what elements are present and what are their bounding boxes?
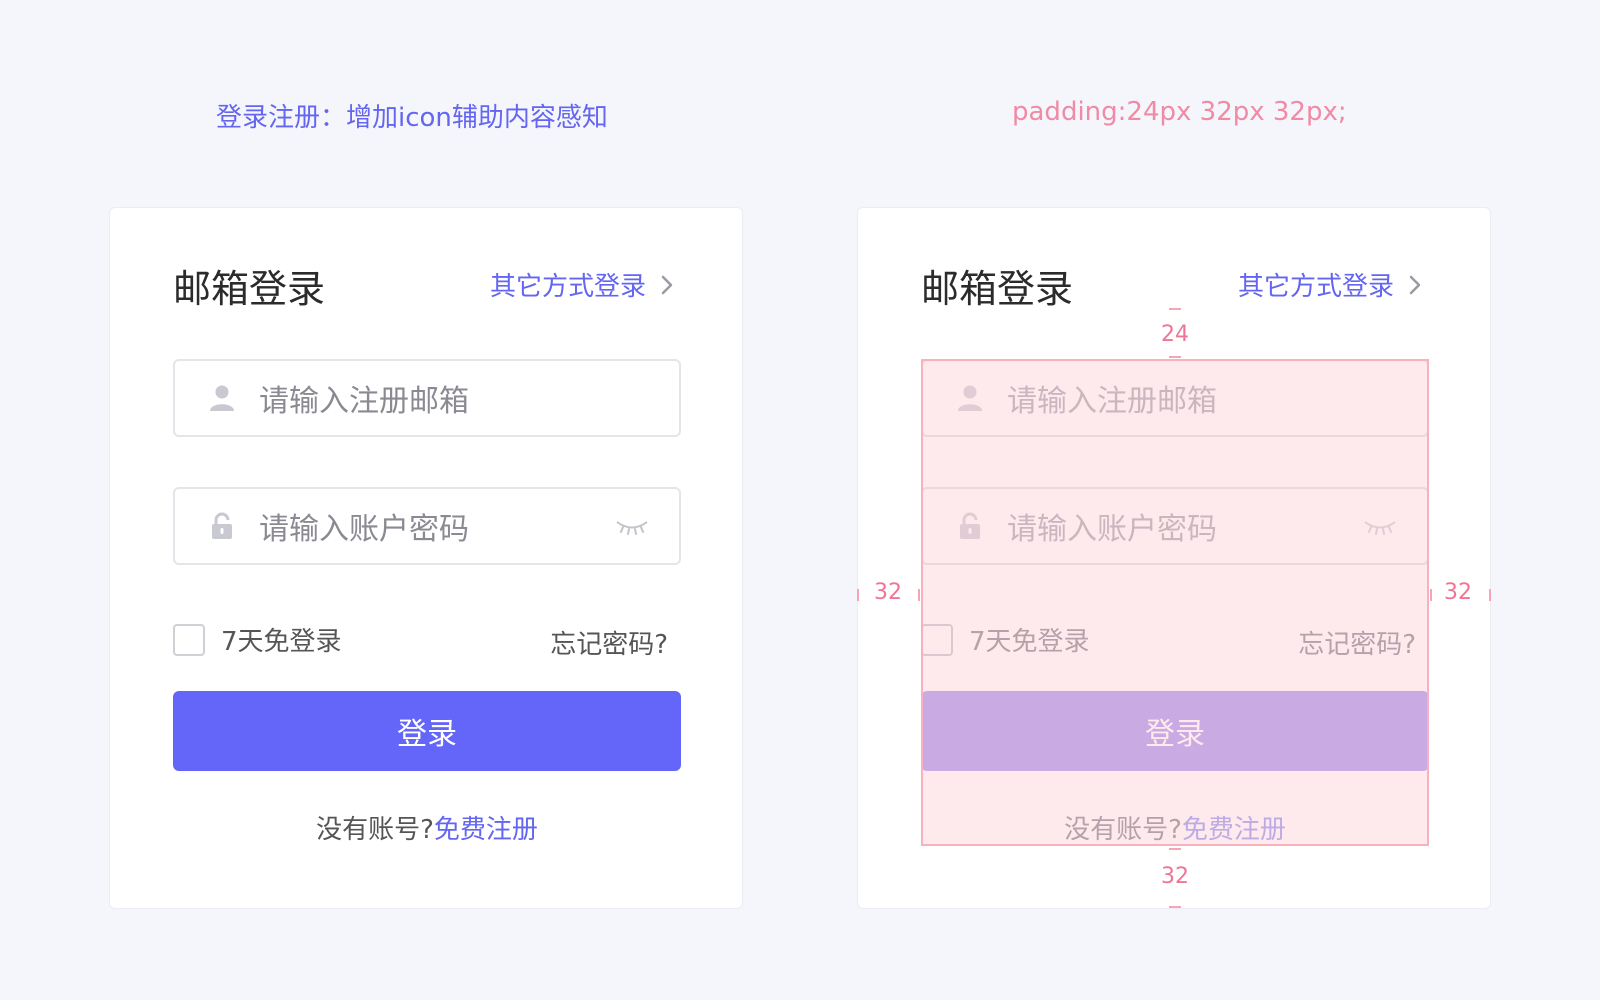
password-input[interactable]: 请输入账户密码 — [173, 487, 681, 565]
annotation-tick — [1169, 356, 1181, 358]
forgot-password-link[interactable]: 忘记密码? — [550, 624, 668, 661]
annotation-tick — [1169, 848, 1181, 850]
annotation-left: 32 — [874, 580, 902, 605]
login-button[interactable]: 登录 — [173, 691, 681, 771]
email-placeholder: 请输入注册邮箱 — [1007, 384, 1217, 419]
password-placeholder: 请输入账户密码 — [1007, 512, 1217, 547]
email-input[interactable]: 请输入注册邮箱 — [173, 359, 681, 437]
card-title: 邮箱登录 — [173, 267, 326, 311]
annotation-tick — [1430, 589, 1432, 601]
forgot-password-link[interactable]: 忘记密码? — [1298, 624, 1416, 661]
checkbox-box[interactable] — [173, 623, 205, 656]
annotation-tick — [918, 589, 920, 601]
login-button[interactable]: 登录 — [921, 691, 1429, 771]
lock-icon — [957, 512, 983, 540]
caption-left: 登录注册：增加icon辅助内容感知 — [216, 103, 608, 133]
register-link[interactable]: 免费注册 — [1182, 815, 1286, 845]
lock-icon — [209, 512, 235, 540]
annotation-tick — [1169, 308, 1181, 310]
annotation-tick — [1169, 906, 1181, 908]
user-icon — [957, 384, 983, 412]
annotation-right: 32 — [1444, 580, 1472, 605]
user-icon — [209, 384, 235, 412]
annotation-tick — [1489, 589, 1491, 601]
checkbox-box[interactable] — [921, 623, 953, 656]
eye-closed-icon[interactable] — [1363, 519, 1397, 535]
register-link[interactable]: 免费注册 — [434, 815, 538, 845]
login-card: 邮箱登录 其它方式登录 请输入注册邮箱 请输入账户密码 7天免登录 忘记密码? … — [109, 207, 743, 909]
other-login-link[interactable]: 其它方式登录 — [1238, 266, 1422, 303]
email-placeholder: 请输入注册邮箱 — [259, 384, 469, 419]
other-login-link[interactable]: 其它方式登录 — [490, 266, 674, 303]
register-prompt: 没有账号?免费注册 — [858, 809, 1492, 846]
annotation-tick — [857, 589, 859, 601]
eye-closed-icon[interactable] — [615, 519, 649, 535]
annotation-bottom: 32 — [1161, 864, 1189, 889]
register-prompt: 没有账号?免费注册 — [110, 809, 744, 846]
other-login-label: 其它方式登录 — [1237, 272, 1394, 302]
chevron-right-icon — [661, 275, 673, 294]
annotation-top: 24 — [1161, 322, 1189, 347]
canvas: 登录注册：增加icon辅助内容感知 padding:24px 32px 32px… — [0, 0, 1600, 1000]
annotated-login-card: 邮箱登录 其它方式登录 请输入注册邮箱 请输入账户密码 7天免登录 忘记密码? … — [857, 207, 1491, 909]
remember-label: 7天免登录 — [221, 627, 342, 657]
no-account-text: 没有账号? — [316, 815, 434, 845]
password-input[interactable]: 请输入账户密码 — [921, 487, 1429, 565]
card-title: 邮箱登录 — [921, 267, 1074, 311]
other-login-label: 其它方式登录 — [489, 272, 646, 302]
remember-label: 7天免登录 — [969, 627, 1090, 657]
remember-me-checkbox[interactable]: 7天免登录 — [921, 621, 1090, 658]
caption-right: padding:24px 32px 32px; — [1012, 97, 1347, 127]
chevron-right-icon — [1409, 275, 1421, 294]
remember-me-checkbox[interactable]: 7天免登录 — [173, 621, 342, 658]
password-placeholder: 请输入账户密码 — [259, 512, 469, 547]
email-input[interactable]: 请输入注册邮箱 — [921, 359, 1429, 437]
no-account-text: 没有账号? — [1064, 815, 1182, 845]
